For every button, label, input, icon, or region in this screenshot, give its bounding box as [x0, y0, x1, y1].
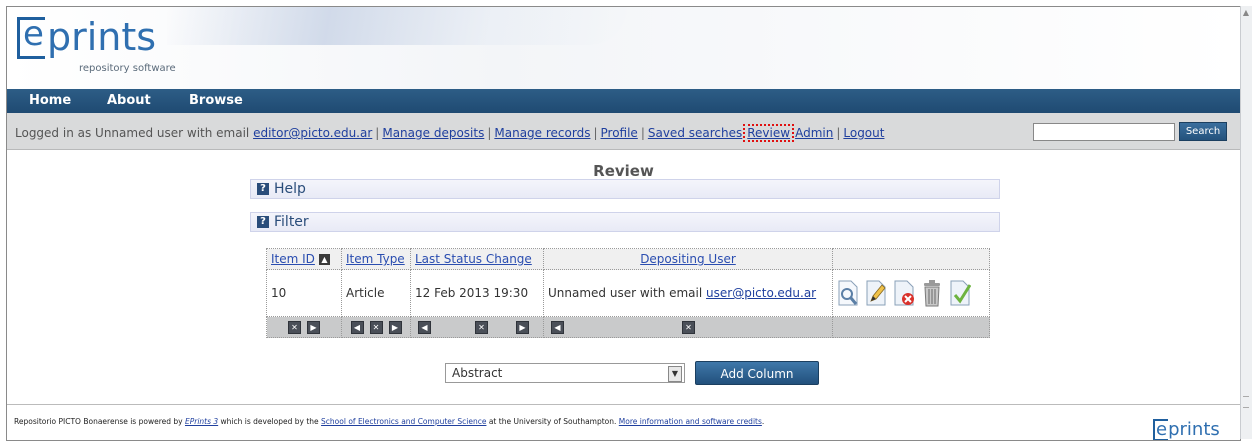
cell-item-type: Article	[341, 269, 411, 317]
sort-ascending-icon[interactable]: ▲	[318, 254, 330, 265]
move-left-icon[interactable]: ◀	[551, 321, 564, 334]
admin-link[interactable]: Admin	[795, 126, 833, 140]
move-right-icon[interactable]: ▶	[388, 321, 402, 334]
controls-last-status-change: ◀ ✕ ▶	[410, 316, 544, 338]
header-last-status-change: Last Status Change	[410, 248, 544, 270]
review-table: Item ID ▲ Item Type Last Status Change De…	[266, 248, 990, 338]
user-toolbar: Logged in as Unnamed user with email edi…	[7, 113, 1240, 150]
edit-icon[interactable]	[865, 279, 887, 307]
footer-text-part: .	[761, 417, 765, 426]
site-header: e prints repository software	[7, 7, 1240, 89]
help-section-label: Help	[274, 181, 306, 197]
remove-column-icon[interactable]: ✕	[682, 321, 695, 334]
main-nav: Home About Browse	[7, 89, 1240, 113]
cell-last-status-change: 12 Feb 2013 19:30	[410, 269, 544, 317]
separator: |	[593, 126, 598, 140]
controls-item-type: ◀ ✕ ▶	[341, 316, 411, 338]
logo-subtitle: repository software	[79, 63, 176, 74]
logout-link[interactable]: Logout	[843, 126, 884, 140]
column-controls-row: ✕ ▶ ◀ ✕ ▶ ◀ ✕ ▶ ◀ ✕	[266, 316, 990, 338]
separator: |	[375, 126, 380, 140]
eprints-link[interactable]: EPrints 3	[185, 417, 218, 426]
move-left-icon[interactable]: ◀	[418, 321, 431, 334]
footer-eprints-logo[interactable]: eprints	[1153, 419, 1220, 440]
table-header-row: Item ID ▲ Item Type Last Status Change De…	[266, 248, 990, 270]
credits-link[interactable]: More information and software credits	[619, 417, 762, 426]
manage-deposits-link[interactable]: Manage deposits	[382, 126, 484, 140]
logo-text: prints	[47, 15, 157, 59]
move-right-icon[interactable]: ▶	[307, 321, 320, 334]
browser-viewport: e prints repository software Home About …	[6, 6, 1241, 441]
remove-column-icon[interactable]: ✕	[475, 321, 488, 334]
footer-logo-text: prints	[1168, 419, 1220, 440]
move-left-icon[interactable]: ◀	[350, 321, 364, 334]
nav-home[interactable]: Home	[29, 93, 71, 108]
footer-text: Repositorio PICTO Bonaerense is powered …	[14, 417, 764, 426]
nav-browse[interactable]: Browse	[189, 93, 243, 108]
controls-actions	[832, 316, 990, 338]
vertical-scrollbar[interactable]: ▲	[1240, 6, 1252, 439]
remove-column-icon[interactable]: ✕	[369, 321, 383, 334]
header-item-id: Item ID ▲	[266, 248, 342, 270]
filter-section-header[interactable]: ? Filter	[250, 212, 1000, 232]
cell-item-id: 10	[266, 269, 342, 317]
help-icon: ?	[257, 216, 269, 228]
separator: |	[836, 126, 841, 140]
scroll-up-icon[interactable]: ▲	[1242, 8, 1250, 18]
nav-about[interactable]: About	[107, 93, 151, 108]
saved-searches-link[interactable]: Saved searches	[648, 126, 742, 140]
filter-section-label: Filter	[274, 214, 309, 230]
sort-last-status-change-link[interactable]: Last Status Change	[415, 252, 532, 266]
table-row: 10 Article 12 Feb 2013 19:30 Unnamed use…	[266, 269, 990, 317]
footer-text-part: at the University of Southampton.	[486, 417, 619, 426]
page-title: Review	[593, 162, 654, 180]
cell-depositing-user: Unnamed user with email user@picto.edu.a…	[543, 269, 833, 317]
sort-depositing-user-link[interactable]: Depositing User	[640, 252, 736, 266]
footer-text-part: Repositorio PICTO Bonaerense is powered …	[14, 417, 185, 426]
scroll-grip-icon[interactable]	[1243, 396, 1249, 408]
depositing-user-email-link[interactable]: user@picto.edu.ar	[706, 286, 816, 300]
help-icon: ?	[257, 183, 269, 195]
separator: |	[640, 126, 645, 140]
logo-letter: e	[23, 14, 44, 54]
user-toolbar-links: Logged in as Unnamed user with email edi…	[15, 124, 884, 142]
profile-link[interactable]: Profile	[601, 126, 638, 140]
login-status-text: Logged in as Unnamed user with email	[15, 126, 254, 140]
remove-icon[interactable]	[893, 279, 915, 307]
controls-item-id: ✕ ▶	[266, 316, 342, 338]
cell-actions	[832, 269, 990, 317]
depositing-user-text: Unnamed user with email	[548, 286, 707, 300]
separator: |	[487, 126, 492, 140]
footer-logo-letter: e	[1153, 419, 1169, 440]
review-highlight-box: Review	[743, 124, 795, 142]
footer-divider	[7, 404, 1240, 405]
help-section-header[interactable]: ? Help	[250, 179, 1000, 199]
chevron-down-icon[interactable]: ▼	[668, 366, 682, 382]
review-link[interactable]: Review	[747, 126, 790, 140]
search-input[interactable]	[1033, 123, 1175, 141]
ecs-link[interactable]: School of Electronics and Computer Scien…	[321, 417, 486, 426]
header-depositing-user: Depositing User	[543, 248, 833, 270]
footer-text-part: which is developed by the	[218, 417, 322, 426]
header-item-type: Item Type	[341, 248, 411, 270]
move-right-icon[interactable]: ▶	[516, 321, 529, 334]
add-column-button[interactable]: Add Column	[695, 361, 819, 385]
view-icon[interactable]	[837, 279, 859, 307]
manage-records-link[interactable]: Manage records	[494, 126, 590, 140]
controls-depositing-user: ◀ ✕	[543, 316, 833, 338]
add-column-selected-value: Abstract	[452, 366, 503, 380]
add-column-select[interactable]: Abstract ▼	[445, 363, 685, 383]
accept-icon[interactable]	[949, 279, 971, 307]
delete-icon[interactable]	[921, 279, 943, 307]
remove-column-icon[interactable]: ✕	[288, 321, 301, 334]
header-decoration	[167, 7, 627, 45]
header-actions	[832, 248, 990, 270]
user-email-link[interactable]: editor@picto.edu.ar	[253, 126, 372, 140]
sort-item-type-link[interactable]: Item Type	[346, 252, 405, 266]
sort-item-id-link[interactable]: Item ID	[271, 252, 315, 266]
search-button[interactable]: Search	[1179, 122, 1227, 141]
